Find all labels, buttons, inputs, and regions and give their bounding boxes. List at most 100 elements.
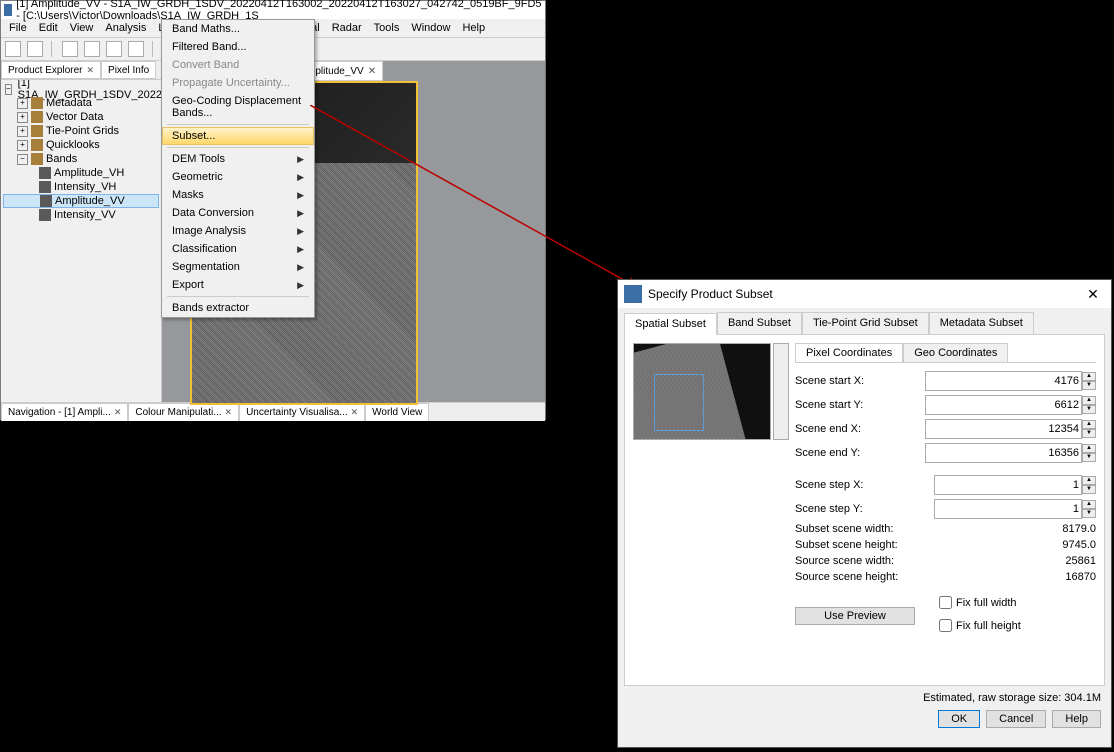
menu-item-export[interactable]: Export▶ (162, 276, 314, 294)
tab-uncertainty[interactable]: Uncertainty Visualisa...✕ (239, 403, 365, 421)
value-subset-width: 8179.0 (1062, 523, 1096, 535)
expand-icon[interactable]: + (17, 126, 28, 137)
label-fix-height: Fix full height (956, 620, 1021, 632)
menu-file[interactable]: File (3, 20, 33, 36)
menu-item-segmentation[interactable]: Segmentation▶ (162, 258, 314, 276)
input-scene-start-y[interactable] (925, 395, 1082, 415)
menu-item-data-conversion[interactable]: Data Conversion▶ (162, 204, 314, 222)
divider (152, 41, 155, 57)
spinner[interactable]: ▲▼ (1082, 396, 1096, 414)
menu-item-subset[interactable]: Subset... (162, 127, 314, 145)
band-node[interactable]: Intensity_VH (54, 181, 116, 193)
tab-navigation[interactable]: Navigation - [1] Ampli...✕ (1, 403, 128, 421)
tab-band-subset[interactable]: Band Subset (717, 312, 802, 334)
tree-node[interactable]: Quicklooks (46, 139, 100, 151)
tab-colour-manip[interactable]: Colour Manipulati...✕ (128, 403, 239, 421)
spinner[interactable]: ▲▼ (1082, 444, 1096, 462)
menu-help[interactable]: Help (456, 20, 491, 36)
expand-icon[interactable]: + (17, 140, 28, 151)
tree-node[interactable]: Tie-Point Grids (46, 125, 119, 137)
menu-item-geometric[interactable]: Geometric▶ (162, 168, 314, 186)
toolbar-icon[interactable] (27, 41, 43, 57)
band-node-selected[interactable]: Amplitude_VV (55, 195, 125, 207)
checkbox-fix-height[interactable] (939, 619, 952, 632)
label-scene-start-x: Scene start X: (795, 375, 925, 387)
toolbar-icon[interactable] (128, 41, 144, 57)
expand-icon[interactable]: + (17, 98, 28, 109)
close-button[interactable]: ✕ (1081, 286, 1105, 303)
tab-pixel-info[interactable]: Pixel Info (101, 61, 156, 79)
menu-window[interactable]: Window (405, 20, 456, 36)
tree-node[interactable]: Bands (46, 153, 77, 165)
menu-edit[interactable]: Edit (33, 20, 64, 36)
help-button[interactable]: Help (1052, 710, 1101, 728)
menu-item-dem-tools[interactable]: DEM Tools▶ (162, 150, 314, 168)
input-scene-start-x[interactable] (925, 371, 1082, 391)
label-fix-width: Fix full width (956, 597, 1017, 609)
band-icon (39, 181, 51, 193)
input-scene-step-x[interactable] (934, 475, 1082, 495)
use-preview-button[interactable]: Use Preview (795, 607, 915, 625)
band-icon (39, 167, 51, 179)
scrollbar[interactable] (773, 343, 789, 440)
close-icon[interactable]: ✕ (351, 407, 359, 418)
dialog-icon (624, 285, 642, 303)
expand-icon[interactable]: + (17, 112, 28, 123)
toolbar-icon[interactable] (106, 41, 122, 57)
submenu-arrow-icon: ▶ (297, 244, 304, 255)
submenu-arrow-icon: ▶ (297, 172, 304, 183)
tab-product-explorer[interactable]: Product Explorer✕ (1, 61, 101, 79)
tab-pixel-coords[interactable]: Pixel Coordinates (795, 343, 903, 362)
band-node[interactable]: Amplitude_VH (54, 167, 124, 179)
preview-thumbnail[interactable] (633, 343, 771, 440)
ok-button[interactable]: OK (938, 710, 980, 728)
tab-spatial-subset[interactable]: Spatial Subset (624, 313, 717, 335)
tab-tiepoint-subset[interactable]: Tie-Point Grid Subset (802, 312, 929, 334)
menu-item-bands-extractor[interactable]: Bands extractor (162, 299, 314, 317)
subset-dialog: Specify Product Subset ✕ Spatial Subset … (617, 279, 1112, 748)
tree-node[interactable]: Vector Data (46, 111, 103, 123)
menu-item-geocoding[interactable]: Geo-Coding Displacement Bands... (162, 92, 314, 122)
toolbar-icon[interactable] (62, 41, 78, 57)
menu-item-filtered-band[interactable]: Filtered Band... (162, 38, 314, 56)
folder-icon (31, 97, 43, 109)
tab-metadata-subset[interactable]: Metadata Subset (929, 312, 1034, 334)
tab-geo-coords[interactable]: Geo Coordinates (903, 343, 1008, 362)
collapse-icon[interactable]: − (5, 84, 12, 95)
input-scene-end-y[interactable] (925, 443, 1082, 463)
menu-radar[interactable]: Radar (326, 20, 368, 36)
toolbar-icon[interactable] (84, 41, 100, 57)
menu-view[interactable]: View (64, 20, 100, 36)
close-icon[interactable]: ✕ (114, 407, 122, 418)
menu-item-propagate-uncertainty: Propagate Uncertainty... (162, 74, 314, 92)
menu-item-classification[interactable]: Classification▶ (162, 240, 314, 258)
menu-item-band-maths[interactable]: Band Maths... (162, 20, 314, 38)
input-scene-end-x[interactable] (925, 419, 1082, 439)
spinner[interactable]: ▲▼ (1082, 372, 1096, 390)
menu-tools[interactable]: Tools (368, 20, 406, 36)
toolbar-icon[interactable] (5, 41, 21, 57)
menu-analysis[interactable]: Analysis (99, 20, 152, 36)
selection-rect[interactable] (654, 374, 704, 431)
tab-worldview[interactable]: World View (365, 403, 429, 421)
menu-item-image-analysis[interactable]: Image Analysis▶ (162, 222, 314, 240)
input-scene-step-y[interactable] (934, 499, 1082, 519)
close-icon[interactable]: ✕ (368, 66, 376, 77)
band-node[interactable]: Intensity_VV (54, 209, 116, 221)
dialog-title: Specify Product Subset (648, 287, 773, 301)
submenu-arrow-icon: ▶ (297, 154, 304, 165)
checkbox-fix-width[interactable] (939, 596, 952, 609)
close-icon[interactable]: ✕ (86, 65, 94, 76)
cancel-button[interactable]: Cancel (986, 710, 1046, 728)
raster-menu-dropdown: Band Maths... Filtered Band... Convert B… (161, 19, 315, 318)
value-source-width: 25861 (1065, 555, 1096, 567)
collapse-icon[interactable]: − (17, 154, 28, 165)
tree-node[interactable]: Metadata (46, 97, 92, 109)
close-icon[interactable]: ✕ (225, 407, 233, 418)
spinner[interactable]: ▲▼ (1082, 476, 1096, 494)
spinner[interactable]: ▲▼ (1082, 500, 1096, 518)
value-subset-height: 9745.0 (1062, 539, 1096, 551)
menu-item-masks[interactable]: Masks▶ (162, 186, 314, 204)
spinner[interactable]: ▲▼ (1082, 420, 1096, 438)
submenu-arrow-icon: ▶ (297, 226, 304, 237)
